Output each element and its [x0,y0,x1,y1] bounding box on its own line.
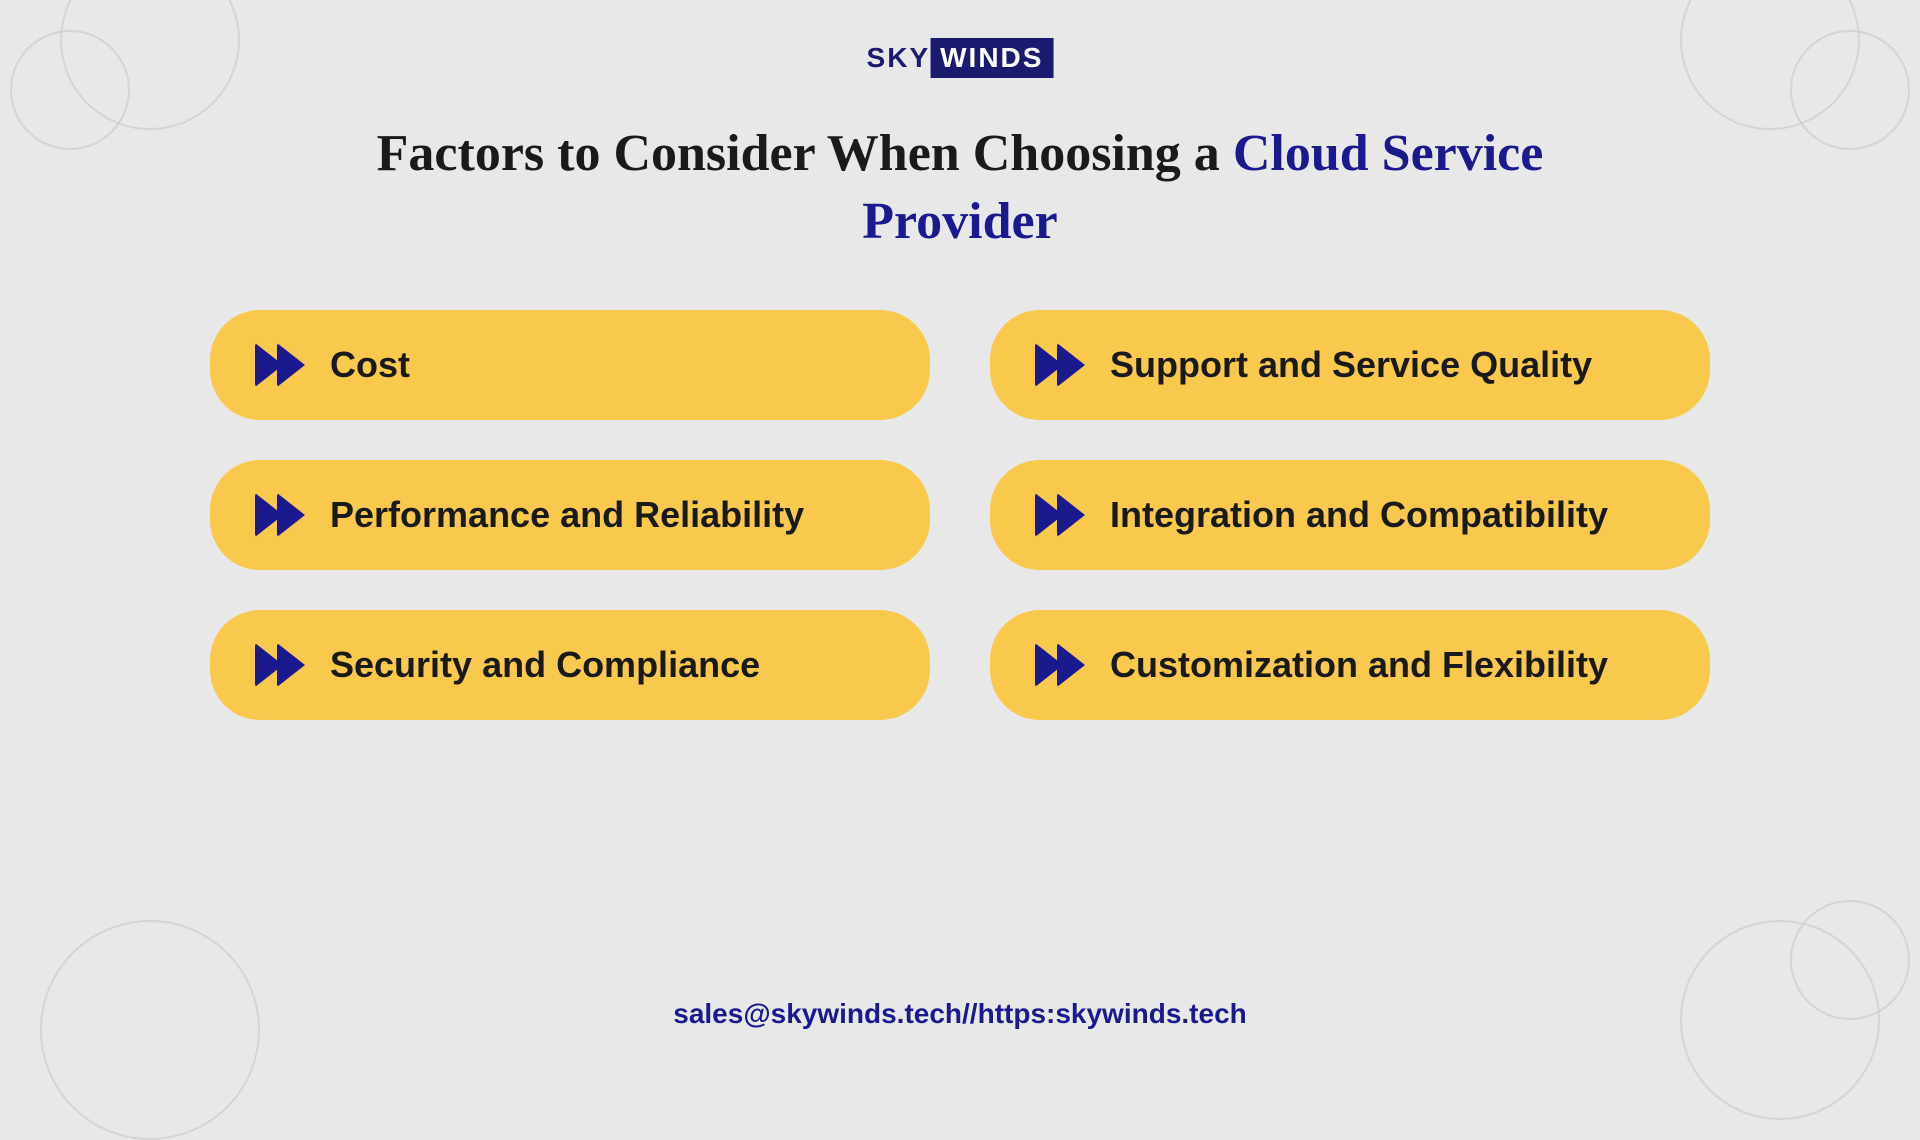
card-integration-icon [1035,490,1090,540]
card-customization: Customization and Flexibility [990,610,1710,720]
decorative-circle-br1 [1680,920,1880,1120]
decorative-circle-tr1 [1680,0,1860,130]
card-performance-icon [255,490,310,540]
arrow-icon-customization [1035,640,1090,690]
card-customization-icon [1035,640,1090,690]
card-security-label: Security and Compliance [330,643,760,686]
card-support: Support and Service Quality [990,310,1710,420]
card-performance: Performance and Reliability [210,460,930,570]
logo-sky: SKY [867,42,931,74]
arrow-icon-support [1035,340,1090,390]
decorative-circle-br2 [1790,900,1910,1020]
decorative-circle-bl1 [40,920,260,1140]
card-security-icon [255,640,310,690]
logo-winds: WINDS [930,38,1053,78]
arrow-icon-cost [255,340,310,390]
decorative-circle-tr2 [1790,30,1910,150]
footer-text: sales@skywinds.tech//https:skywinds.tech [673,998,1247,1030]
logo: SKY WINDS [867,38,1054,78]
card-cost-icon [255,340,310,390]
decorative-circle-tl1 [60,0,240,130]
card-customization-label: Customization and Flexibility [1110,643,1608,686]
card-support-icon [1035,340,1090,390]
card-cost-label: Cost [330,343,410,386]
title-part1: Factors to Consider When Choosing a [377,125,1233,182]
arrow-icon-performance [255,490,310,540]
card-integration-label: Integration and Compatibility [1110,493,1608,536]
arrow-icon-security [255,640,310,690]
arrow-icon-integration [1035,490,1090,540]
card-support-label: Support and Service Quality [1110,343,1592,386]
card-cost: Cost [210,310,930,420]
card-security: Security and Compliance [210,610,930,720]
cards-grid: Cost Support and Service Quality Perform… [210,310,1710,720]
decorative-circle-tl2 [10,30,130,150]
card-integration: Integration and Compatibility [990,460,1710,570]
page-title: Factors to Consider When Choosing a Clou… [360,120,1560,255]
card-performance-label: Performance and Reliability [330,493,804,536]
